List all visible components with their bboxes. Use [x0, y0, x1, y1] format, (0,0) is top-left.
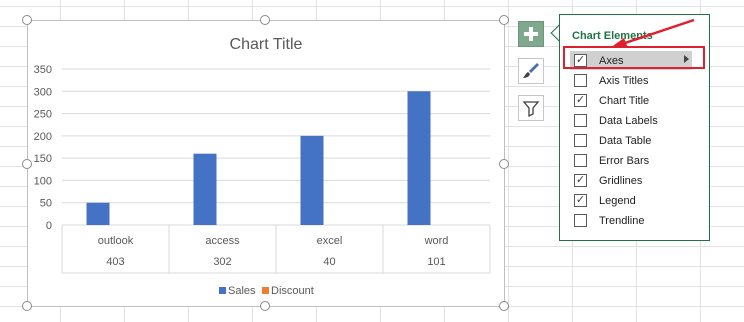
element-item-error-bars[interactable]: Error Bars	[570, 151, 706, 170]
resize-handle-top-left[interactable]	[22, 15, 32, 25]
element-label: Data Labels	[599, 114, 658, 127]
element-label: Legend	[599, 194, 636, 207]
resize-handle-bottom-left[interactable]	[22, 301, 32, 311]
x-secondary-tick-label: 101	[427, 256, 445, 268]
bar-sales	[193, 153, 217, 225]
annotation-highlight-box	[563, 46, 705, 69]
bar-sales	[300, 135, 324, 225]
element-label: Trendline	[599, 214, 645, 227]
resize-handle-bottom-right[interactable]	[499, 301, 509, 311]
y-tick-label: 150	[34, 153, 52, 165]
legend-checkbox[interactable]: ✓	[574, 194, 587, 207]
axis-titles-checkbox[interactable]	[574, 74, 587, 87]
bar-sales	[86, 202, 110, 225]
y-tick-label: 0	[46, 220, 52, 232]
funnel-icon	[522, 101, 540, 118]
chart-elements-button[interactable]	[518, 21, 544, 47]
x-tick-label: word	[424, 235, 449, 247]
element-item-trendline[interactable]: Trendline	[570, 211, 706, 230]
plus-icon	[524, 27, 538, 41]
legend-label-discount: Discount	[271, 285, 314, 297]
chart-title-checkbox[interactable]: ✓	[574, 94, 587, 107]
x-tick-label: outlook	[98, 235, 134, 247]
checkmark-icon: ✓	[575, 94, 586, 106]
chart-filters-button[interactable]	[518, 95, 544, 121]
data-labels-checkbox[interactable]	[574, 114, 587, 127]
y-tick-label: 100	[34, 175, 52, 187]
x-secondary-tick-label: 40	[323, 256, 335, 268]
element-item-legend[interactable]: ✓ Legend	[570, 191, 706, 210]
chart-styles-button[interactable]	[518, 58, 544, 84]
x-tick-label: access	[205, 235, 240, 247]
chart-plot: Chart Title 0 50 100 150 200 250 300 350 outlook…	[34, 36, 491, 297]
gridlines-checkbox[interactable]: ✓	[574, 174, 587, 187]
element-label: Gridlines	[599, 174, 643, 187]
y-tick-label: 200	[34, 131, 52, 143]
element-label: Axis Titles	[599, 74, 649, 87]
y-tick-label: 50	[40, 198, 52, 210]
resize-handle-middle-right[interactable]	[499, 159, 509, 169]
resize-handle-top-center[interactable]	[260, 15, 270, 25]
paintbrush-icon	[523, 63, 539, 78]
x-secondary-tick-label: 302	[213, 256, 231, 268]
bar-sales	[407, 91, 431, 226]
y-tick-label: 350	[34, 64, 52, 76]
element-label: Chart Title	[599, 94, 650, 107]
element-item-chart-title[interactable]: ✓ Chart Title	[570, 91, 706, 110]
resize-handle-top-right[interactable]	[499, 15, 509, 25]
element-item-axis-titles[interactable]: Axis Titles	[570, 71, 706, 90]
data-table-checkbox[interactable]	[574, 134, 587, 147]
resize-handle-bottom-center[interactable]	[260, 301, 270, 311]
element-item-data-table[interactable]: Data Table	[570, 131, 706, 150]
legend-swatch-discount	[262, 287, 269, 294]
x-secondary-tick-label: 403	[106, 256, 124, 268]
element-item-data-labels[interactable]: Data Labels	[570, 111, 706, 130]
error-bars-checkbox[interactable]	[574, 154, 587, 167]
legend-swatch-sales	[219, 287, 226, 294]
checkmark-icon: ✓	[575, 194, 586, 206]
chart-area[interactable]: Chart Title 0 50 100 150 200 250 300 350 outlook…	[27, 20, 505, 307]
panel-title: Chart Elements	[572, 30, 653, 42]
resize-handle-middle-left[interactable]	[22, 159, 32, 169]
x-tick-label: excel	[317, 235, 343, 247]
legend-label-sales: Sales	[228, 285, 256, 297]
element-label: Data Table	[599, 134, 652, 147]
checkmark-icon: ✓	[575, 174, 586, 186]
trendline-checkbox[interactable]	[574, 214, 587, 227]
chart-title: Chart Title	[230, 36, 303, 53]
element-item-gridlines[interactable]: ✓ Gridlines	[570, 171, 706, 190]
element-label: Error Bars	[599, 154, 650, 167]
y-tick-label: 300	[34, 86, 52, 98]
y-tick-label: 250	[34, 109, 52, 121]
